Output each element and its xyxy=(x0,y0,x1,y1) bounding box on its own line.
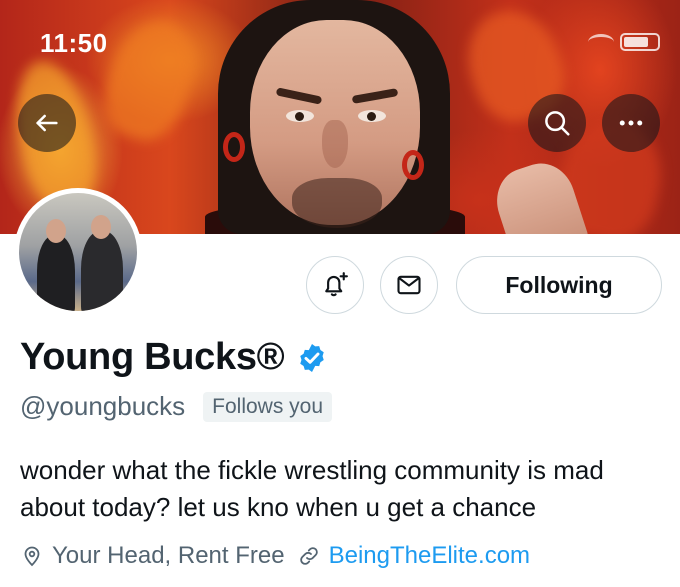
verified-badge-icon[interactable] xyxy=(296,342,328,374)
more-options-button[interactable] xyxy=(602,94,660,152)
profile-name-row: Young Bucks® xyxy=(20,336,328,379)
banner-figure-eye xyxy=(286,110,314,122)
banner-figure-earring xyxy=(223,132,245,162)
profile-website[interactable]: BeingTheElite.com xyxy=(297,542,530,570)
status-bar-time: 11:50 xyxy=(40,28,108,58)
following-button[interactable]: Following xyxy=(456,256,662,314)
arrow-left-icon xyxy=(36,114,58,132)
wifi-icon xyxy=(588,34,614,50)
profile-location: Your Head, Rent Free xyxy=(20,542,285,570)
follows-you-badge: Follows you xyxy=(203,391,333,422)
banner-figure-earring xyxy=(402,150,424,180)
back-button[interactable] xyxy=(18,94,76,152)
display-name: Young Bucks® xyxy=(20,336,285,378)
avatar-person xyxy=(81,231,123,311)
battery-icon xyxy=(620,33,660,51)
avatar-person-head xyxy=(91,215,111,239)
location-text: Your Head, Rent Free xyxy=(52,542,285,569)
website-link[interactable]: BeingTheElite.com xyxy=(329,542,530,570)
search-icon xyxy=(545,111,570,136)
status-bar-icons xyxy=(588,33,660,51)
bell-plus-icon xyxy=(325,272,348,297)
link-icon xyxy=(299,547,318,565)
avatar-person-head xyxy=(46,219,66,243)
avatar-photo xyxy=(19,193,137,311)
envelope-icon xyxy=(397,275,421,295)
profile-avatar[interactable] xyxy=(14,188,142,316)
location-pin-icon xyxy=(24,546,40,567)
profile-bio: wonder what the fickle wrestling communi… xyxy=(20,455,604,522)
profile-meta-row: Your Head, Rent Free BeingTheElite.com xyxy=(20,542,530,570)
profile-handle: @youngbucks xyxy=(20,391,186,421)
handle-row: @youngbucks Follows you xyxy=(20,391,333,422)
banner-figure-beard xyxy=(292,178,382,228)
banner-flame xyxy=(93,10,207,150)
message-button[interactable] xyxy=(380,256,438,314)
banner-figure-eye xyxy=(358,110,386,122)
banner-figure-nose xyxy=(322,120,348,168)
avatar-person xyxy=(37,235,75,311)
more-horizontal-icon xyxy=(619,120,643,126)
notifications-button[interactable] xyxy=(306,256,364,314)
search-button[interactable] xyxy=(528,94,586,152)
